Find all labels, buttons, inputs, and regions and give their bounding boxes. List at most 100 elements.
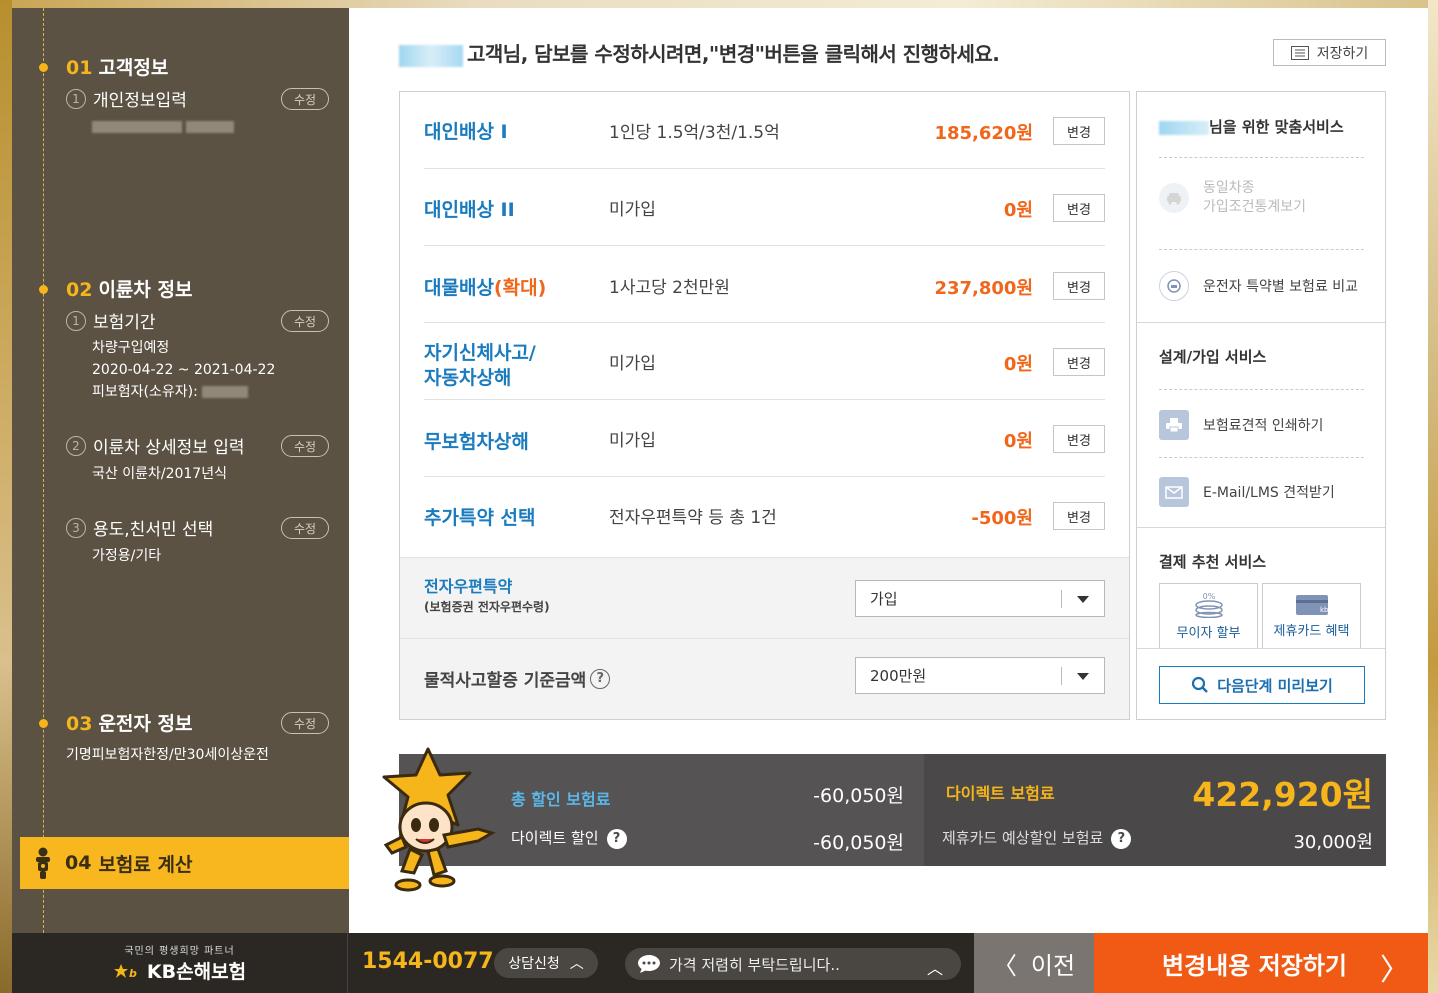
background-left bbox=[0, 0, 12, 993]
coverage-row: 자기신체사고/자동차상해 미가입 0원 변경 bbox=[424, 323, 1105, 400]
change-button[interactable]: 변경 bbox=[1053, 425, 1105, 453]
email-policy-select[interactable]: 가입 bbox=[855, 580, 1105, 617]
coverage-table: 대인배상 I 1인당 1.5억/3천/1.5억 185,620원 변경 대인배상… bbox=[399, 91, 1130, 720]
coverage-row: 추가특약 선택 전자우편특약 등 총 1건 -500원 변경 bbox=[424, 477, 1105, 554]
help-icon[interactable]: ? bbox=[1111, 828, 1132, 849]
coverage-desc: 전자우편특약 등 총 1건 bbox=[609, 508, 777, 528]
installment-icon: 0% bbox=[1194, 592, 1223, 618]
step-02-sub-1[interactable]: 1 보험기간 bbox=[66, 308, 156, 333]
step-02-title: 02 이륜차 정보 bbox=[66, 279, 193, 301]
edit-insurance-period-button[interactable]: 수정 bbox=[281, 310, 329, 332]
direct-premium-value: 422,920원 bbox=[1192, 775, 1373, 814]
card-icon: kb bbox=[1295, 594, 1329, 615]
change-button[interactable]: 변경 bbox=[1053, 272, 1105, 300]
change-button[interactable]: 변경 bbox=[1053, 194, 1105, 222]
coverage-row: 대인배상 I 1인당 1.5억/3천/1.5억 185,620원 변경 bbox=[424, 92, 1105, 169]
chat-message-bar[interactable]: 가격 저렴히 부탁드립니다.. ︿ bbox=[625, 948, 961, 980]
step-01-title: 01 고객정보 bbox=[66, 57, 169, 79]
usage-info: 가정용/기타 bbox=[92, 548, 162, 564]
background-right bbox=[1428, 0, 1438, 993]
interest-free-installment-button[interactable]: 0% 무이자 할부 bbox=[1159, 583, 1258, 649]
edit-driver-info-button[interactable]: 수정 bbox=[281, 712, 329, 734]
option-sublabel: (보험증권 전자우편수령) bbox=[424, 600, 550, 614]
change-button[interactable]: 변경 bbox=[1053, 117, 1105, 145]
coverage-price: 185,620원 bbox=[934, 123, 1033, 144]
compare-icon bbox=[1159, 271, 1189, 301]
help-icon[interactable]: ? bbox=[606, 828, 627, 849]
surcharge-amount-select[interactable]: 200만원 bbox=[855, 657, 1105, 694]
edit-usage-button[interactable]: 수정 bbox=[281, 517, 329, 539]
option-label: 전자우편특약 bbox=[424, 577, 513, 596]
option-label: 물적사고할증 기준금액 bbox=[424, 671, 587, 691]
chevron-up-icon: ︿ bbox=[569, 956, 584, 972]
coverage-name: 대인배상 II bbox=[424, 199, 515, 221]
insurance-period-info: 차량구입예정 2020-04-22 ~ 2021-04-22 피보험자(소유자)… bbox=[92, 340, 276, 400]
coverage-desc: 미가입 bbox=[609, 200, 656, 220]
previous-button[interactable]: 〈 이전 bbox=[974, 933, 1094, 993]
step-03-title: 03 운전자 정보 bbox=[66, 713, 193, 735]
chevron-down-icon bbox=[1077, 596, 1089, 603]
coverage-desc: 1사고당 2천만원 bbox=[609, 278, 730, 298]
coverage-name: 자기신체사고/자동차상해 bbox=[424, 342, 536, 389]
driver-rider-compare-link[interactable]: 운전자 특약별 보험료 비교 bbox=[1159, 271, 1358, 301]
coverage-name: 무보험차상해 bbox=[424, 431, 529, 453]
step-02-sub-2[interactable]: 2 이륜차 상세정보 입력 bbox=[66, 433, 245, 458]
chevron-left-icon: 〈 bbox=[992, 951, 1017, 980]
next-step-preview-button[interactable]: 다음단계 미리보기 bbox=[1159, 666, 1365, 704]
consult-request-button[interactable]: 상담신청 ︿ bbox=[494, 948, 598, 978]
vehicle-detail-info: 국산 이륜차/2017년식 bbox=[92, 466, 227, 482]
customer-info-redacted bbox=[92, 116, 235, 138]
service-panel: 님을 위한 맞춤서비스 동일차종 가입조건통계보기 운전자 특약별 보험료 비교 … bbox=[1136, 91, 1386, 720]
change-button[interactable]: 변경 bbox=[1053, 502, 1105, 530]
footer-bar: 국민의 평생희망 파트너 b KB손해보험 1544-0077 상담신청 ︿ 가… bbox=[12, 933, 1428, 993]
printer-icon bbox=[1159, 410, 1189, 440]
same-model-stats-link[interactable]: 동일차종 가입조건통계보기 bbox=[1159, 179, 1306, 217]
driver-info: 기명피보험자한정/만30세이상운전 bbox=[66, 747, 269, 763]
step-01-sub-1[interactable]: 1 개인정보입력 bbox=[66, 86, 187, 111]
kb-star-logo-icon: b bbox=[113, 963, 137, 980]
premium-summary: 총 할인 보험료 -60,050원 다이렉트 할인? -60,050원 다이렉트… bbox=[399, 754, 1386, 866]
save-changes-button[interactable]: 변경내용 저장하기 〉 bbox=[1094, 933, 1428, 993]
coverage-desc: 미가입 bbox=[609, 431, 656, 451]
change-button[interactable]: 변경 bbox=[1053, 348, 1105, 376]
coverage-name: 대인배상 I bbox=[424, 121, 508, 143]
design-service-title: 설계/가입 서비스 bbox=[1159, 348, 1267, 366]
mail-icon bbox=[1159, 477, 1189, 507]
coverage-desc: 1인당 1.5억/3천/1.5억 bbox=[609, 123, 780, 143]
payment-service-title: 결제 추천 서비스 bbox=[1159, 553, 1267, 571]
custom-service-title: 님을 위한 맞춤서비스 bbox=[1159, 116, 1344, 137]
page-headline: 고객님, 담보를 수정하시려면,"변경"버튼을 클릭해서 진행하세요. bbox=[399, 38, 1000, 67]
coverage-name: 추가특약 선택 bbox=[424, 507, 536, 529]
coverage-price: 0원 bbox=[1003, 354, 1033, 375]
coverage-price: 0원 bbox=[1003, 431, 1033, 452]
chat-bubble-icon bbox=[638, 955, 660, 973]
search-icon bbox=[1192, 676, 1209, 693]
background-top bbox=[0, 0, 1438, 8]
coverage-price: 0원 bbox=[1003, 200, 1033, 221]
kb-logo[interactable]: 국민의 평생희망 파트너 b KB손해보험 bbox=[12, 933, 348, 993]
print-quote-link[interactable]: 보험료견적 인쇄하기 bbox=[1159, 410, 1323, 440]
direct-discount-label: 다이렉트 할인? bbox=[511, 827, 627, 849]
step-02-sub-3[interactable]: 3 용도,친서민 선택 bbox=[66, 515, 213, 540]
direct-premium-label: 다이렉트 보험료 bbox=[946, 784, 1055, 803]
save-button[interactable]: 저장하기 bbox=[1273, 39, 1386, 66]
edit-customer-info-button[interactable]: 수정 bbox=[281, 88, 329, 110]
edit-vehicle-detail-button[interactable]: 수정 bbox=[281, 435, 329, 457]
chevron-up-icon: ︿ bbox=[926, 959, 943, 978]
coverage-row: 대물배상(확대) 1사고당 2천만원 237,800원 변경 bbox=[424, 246, 1105, 323]
svg-text:0%: 0% bbox=[1202, 592, 1215, 601]
partner-card-benefit-button[interactable]: kb 제휴카드 혜택 bbox=[1262, 583, 1361, 649]
step-sidebar: 01 고객정보 1 개인정보입력 수정 02 이륜차 정보 1 보험기간 수정 차량… bbox=[12, 8, 349, 933]
email-quote-link[interactable]: E-Mail/LMS 견적받기 bbox=[1159, 477, 1335, 507]
document-icon bbox=[1290, 45, 1309, 60]
step-dot bbox=[39, 285, 48, 294]
svg-text:kb: kb bbox=[1320, 606, 1329, 614]
step-timeline bbox=[43, 8, 44, 933]
motorcycle-icon bbox=[36, 847, 50, 879]
property-surcharge-option: 물적사고할증 기준금액 ? 200만원 bbox=[400, 638, 1129, 719]
step-04-active[interactable]: 04 보험료 계산 bbox=[20, 837, 349, 889]
card-discount-value: 30,000원 bbox=[1293, 832, 1373, 853]
star-mascot bbox=[382, 747, 496, 892]
help-icon[interactable]: ? bbox=[590, 668, 611, 689]
direct-discount-value: -60,050원 bbox=[813, 832, 904, 854]
